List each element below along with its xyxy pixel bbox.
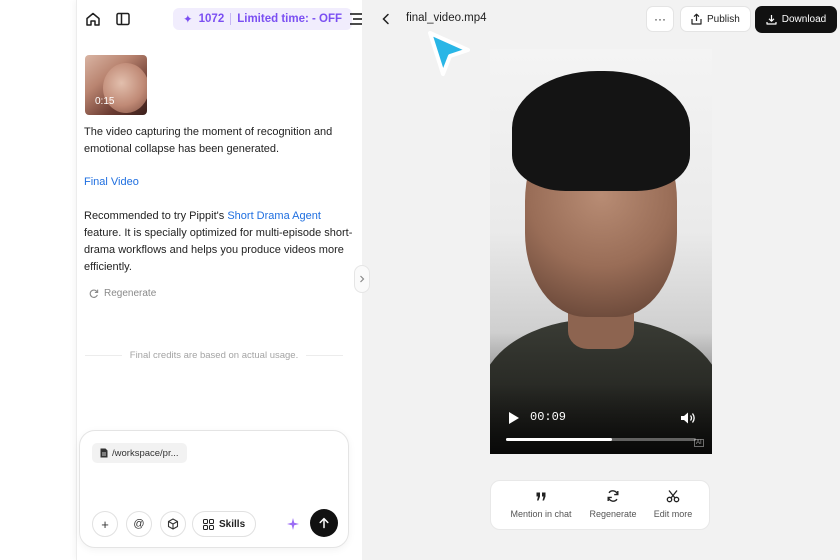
cursor-arrow-icon [428, 31, 470, 76]
ai-badge: AI [694, 439, 704, 447]
recommendation-prefix: Recommended to try Pippit's [84, 210, 228, 222]
edit-more-label: Edit more [653, 509, 693, 519]
final-video-link[interactable]: Final Video [84, 174, 139, 191]
left-gutter [0, 0, 76, 560]
skills-label: Skills [219, 518, 246, 530]
play-icon[interactable] [508, 411, 520, 425]
arrow-up-icon [319, 517, 329, 529]
divider-right [306, 354, 343, 356]
pill-divider [230, 13, 232, 25]
scissors-icon [666, 489, 680, 503]
regenerate-label: Regenerate [104, 288, 157, 299]
thumbnail-duration: 0:15 [95, 96, 115, 107]
recommendation-suffix: feature. It is specially optimized for m… [84, 227, 353, 273]
file-icon [100, 448, 108, 458]
back-chevron-icon[interactable] [378, 11, 394, 27]
video-progress-fill [506, 438, 613, 441]
chat-composer[interactable]: /workspace/pr... + @ Skills [79, 430, 349, 548]
sparkle-icon: ✦ [183, 14, 193, 26]
video-subject-hair [512, 71, 690, 191]
more-options-button[interactable]: ··· [646, 6, 674, 32]
credits-promo-pill[interactable]: ✦ 1072 Limited time: - OFF [173, 8, 353, 30]
download-icon [766, 15, 777, 25]
attached-file-chip[interactable]: /workspace/pr... [92, 443, 187, 463]
home-icon[interactable] [83, 9, 103, 29]
mention-in-chat-label: Mention in chat [510, 509, 572, 519]
chevron-right-icon [360, 275, 365, 283]
recommendation-message: Recommended to try Pippit's Short Drama … [84, 208, 354, 276]
credits-note: Final credits are based on actual usage. [85, 348, 343, 362]
volume-icon[interactable] [680, 411, 696, 425]
video-action-bar: Mention in chat Regenerate Edit more [490, 480, 710, 530]
preview-panel: final_video.mp4 ··· Publish Download 00:… [362, 0, 840, 560]
file-chip-label: /workspace/pr... [112, 447, 179, 459]
publish-button[interactable]: Publish [680, 6, 751, 32]
sidebar-toggle-icon[interactable] [113, 9, 133, 29]
skills-button[interactable]: Skills [192, 511, 257, 537]
refresh-icon [89, 289, 99, 298]
add-attachment-button[interactable]: + [92, 511, 118, 537]
video-thumbnail[interactable]: 0:15 [85, 55, 147, 115]
skills-grid-icon [203, 518, 214, 530]
cube-icon[interactable] [160, 511, 186, 537]
credits-note-text: Final credits are based on actual usage. [129, 349, 299, 361]
video-time: 00:09 [530, 410, 567, 424]
short-drama-agent-link[interactable]: Short Drama Agent [227, 210, 321, 222]
sparkle-icon[interactable] [284, 515, 302, 533]
preview-file-name: final_video.mp4 [406, 12, 487, 24]
edit-more-button[interactable]: Edit more [637, 489, 709, 519]
download-button[interactable]: Download [755, 6, 837, 33]
regenerate-button[interactable]: Regenerate [88, 288, 156, 299]
download-label: Download [781, 14, 827, 25]
mention-button[interactable]: @ [126, 511, 152, 537]
panel-collapse-handle[interactable] [354, 265, 370, 293]
refresh-icon [606, 489, 620, 503]
mention-in-chat-button[interactable]: Mention in chat [505, 489, 577, 519]
video-controls-gradient [490, 384, 712, 454]
menu-icon[interactable] [348, 10, 362, 28]
chat-topbar: ✦ 1072 Limited time: - OFF [77, 0, 363, 38]
promo-text: Limited time: - OFF [237, 13, 343, 25]
credits-count: 1072 [198, 13, 225, 25]
share-icon [691, 13, 702, 25]
regenerate-video-label: Regenerate [589, 509, 637, 519]
send-button[interactable] [310, 509, 338, 537]
publish-label: Publish [707, 13, 740, 25]
divider-left [85, 354, 122, 356]
assistant-message: The video capturing the moment of recogn… [84, 126, 333, 155]
chat-panel: ✦ 1072 Limited time: - OFF 0:15 The vide… [76, 0, 362, 560]
video-progress-track[interactable] [506, 438, 696, 441]
quote-icon [536, 489, 546, 503]
video-player[interactable]: 00:09 AI [490, 49, 712, 454]
